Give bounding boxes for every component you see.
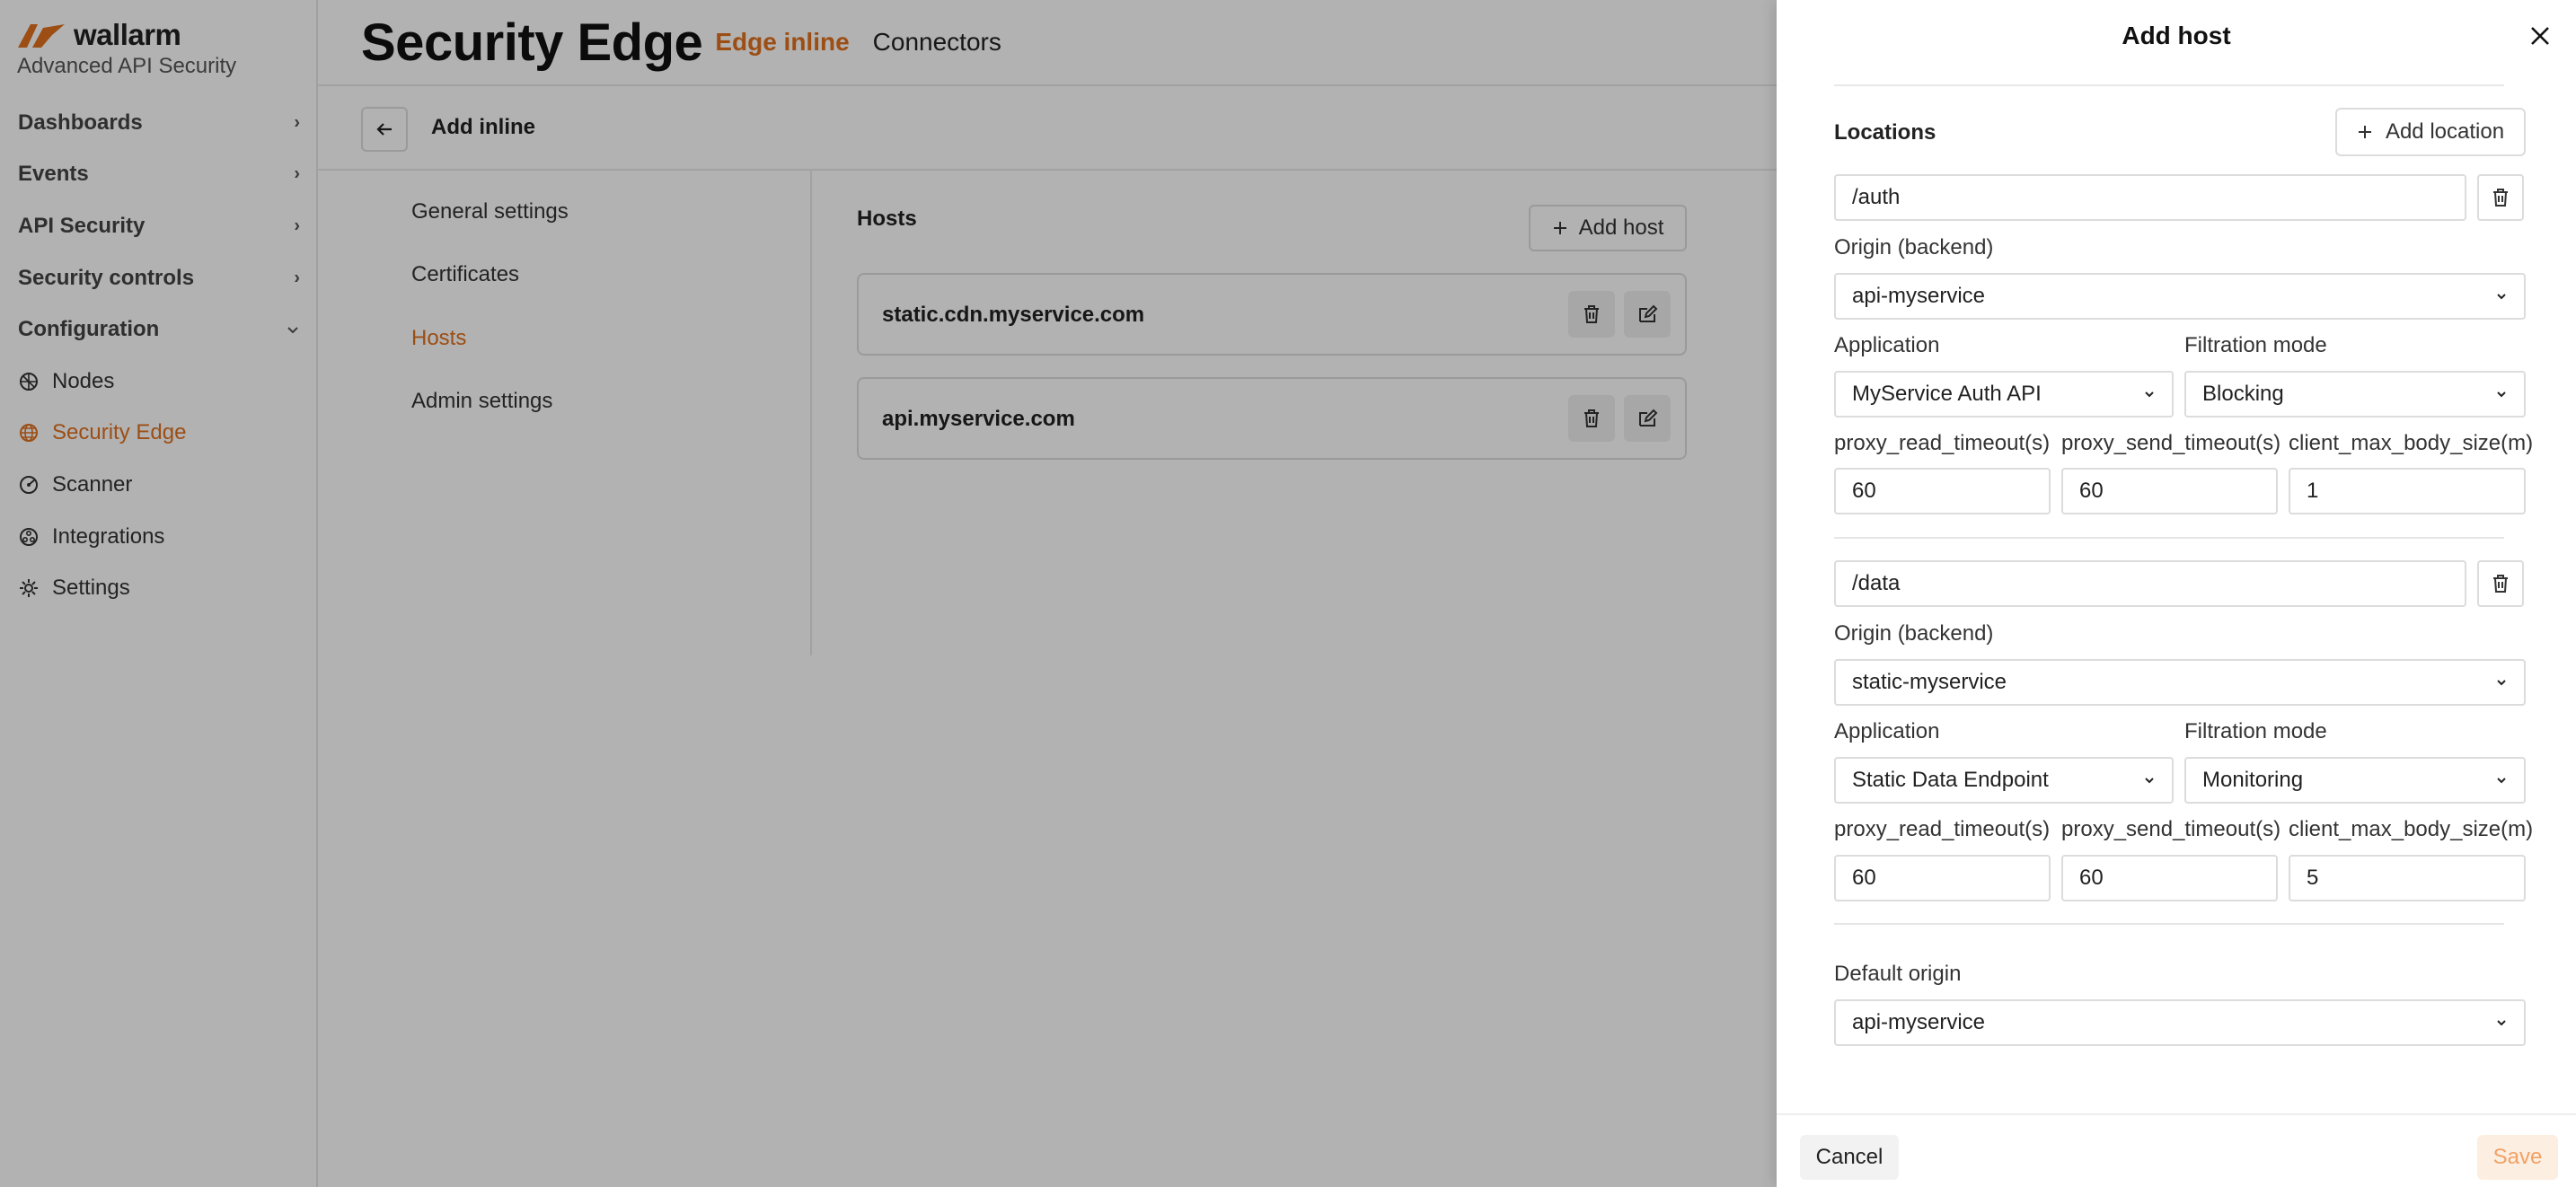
default-origin-value: api-myservice [1852, 1010, 1986, 1034]
plus-icon [2357, 124, 2373, 140]
proxy-send-timeout-label: proxy_send_timeout(s) [2061, 431, 2281, 455]
close-button[interactable] [2524, 20, 2556, 52]
trash-icon [2491, 187, 2510, 208]
delete-location-button[interactable] [2477, 560, 2524, 607]
save-button[interactable]: Save [2477, 1135, 2558, 1180]
drawer-footer: Cancel Save [1777, 1113, 2576, 1187]
location-path-input[interactable]: /data [1834, 560, 2466, 607]
origin-value: api-myservice [1852, 284, 1986, 308]
add-host-drawer: Add host Locations Add location /auth Or… [1777, 0, 2576, 1187]
client-max-body-size-value: 1 [2307, 479, 2319, 503]
cancel-button[interactable]: Cancel [1800, 1135, 1899, 1180]
divider [1834, 537, 2504, 539]
proxy-read-timeout-input[interactable]: 60 [1834, 855, 2051, 901]
application-select[interactable]: MyService Auth API [1834, 371, 2174, 418]
divider [1834, 923, 2504, 925]
default-origin-select[interactable]: api-myservice [1834, 999, 2526, 1046]
origin-label: Origin (backend) [1834, 235, 1994, 259]
origin-select[interactable]: static-myservice [1834, 659, 2526, 706]
filtration-mode-value: Monitoring [2202, 768, 2304, 792]
chevron-down-icon [2493, 288, 2510, 304]
filtration-mode-value: Blocking [2202, 382, 2284, 406]
proxy-send-timeout-value: 60 [2079, 479, 2104, 503]
client-max-body-size-label: client_max_body_size(m) [2289, 817, 2534, 841]
filtration-mode-select[interactable]: Blocking [2184, 371, 2526, 418]
filtration-mode-select[interactable]: Monitoring [2184, 757, 2526, 804]
filtration-mode-label: Filtration mode [2184, 719, 2327, 743]
chevron-down-icon [2493, 772, 2510, 788]
proxy-read-timeout-input[interactable]: 60 [1834, 468, 2051, 514]
drawer-title: Add host [2122, 22, 2231, 49]
proxy-send-timeout-input[interactable]: 60 [2061, 468, 2278, 514]
location-path-input[interactable]: /auth [1834, 174, 2466, 221]
proxy-read-timeout-label: proxy_read_timeout(s) [1834, 817, 2051, 841]
origin-value: static-myservice [1852, 670, 2007, 694]
proxy-send-timeout-input[interactable]: 60 [2061, 855, 2278, 901]
application-value: MyService Auth API [1852, 382, 2042, 406]
filtration-mode-label: Filtration mode [2184, 333, 2327, 357]
client-max-body-size-value: 5 [2307, 866, 2319, 890]
proxy-read-timeout-value: 60 [1852, 479, 1876, 503]
application-label: Application [1834, 719, 1940, 743]
chevron-down-icon [2141, 386, 2157, 402]
close-icon [2528, 24, 2552, 48]
add-location-label: Add location [2385, 119, 2505, 144]
chevron-down-icon [2493, 1015, 2510, 1031]
location-path-value: /data [1852, 571, 1901, 595]
client-max-body-size-input[interactable]: 5 [2289, 855, 2526, 901]
chevron-down-icon [2493, 386, 2510, 402]
modal-overlay[interactable] [0, 0, 1777, 1187]
proxy-read-timeout-label: proxy_read_timeout(s) [1834, 431, 2051, 455]
origin-label: Origin (backend) [1834, 621, 1994, 646]
proxy-read-timeout-value: 60 [1852, 866, 1876, 890]
origin-select[interactable]: api-myservice [1834, 273, 2526, 320]
application-select[interactable]: Static Data Endpoint [1834, 757, 2174, 804]
locations-label: Locations [1834, 120, 1936, 145]
client-max-body-size-input[interactable]: 1 [2289, 468, 2526, 514]
chevron-down-icon [2141, 772, 2157, 788]
divider [1834, 84, 2504, 86]
proxy-send-timeout-label: proxy_send_timeout(s) [2061, 817, 2281, 841]
application-value: Static Data Endpoint [1852, 768, 2049, 792]
client-max-body-size-label: client_max_body_size(m) [2289, 431, 2534, 455]
default-origin-label: Default origin [1834, 962, 1962, 986]
location-path-value: /auth [1852, 185, 1901, 209]
add-location-button[interactable]: Add location [2335, 108, 2526, 156]
drawer-header: Add host [1777, 0, 2576, 72]
proxy-send-timeout-value: 60 [2079, 866, 2104, 890]
application-label: Application [1834, 333, 1940, 357]
delete-location-button[interactable] [2477, 174, 2524, 221]
trash-icon [2491, 573, 2510, 594]
chevron-down-icon [2493, 674, 2510, 690]
